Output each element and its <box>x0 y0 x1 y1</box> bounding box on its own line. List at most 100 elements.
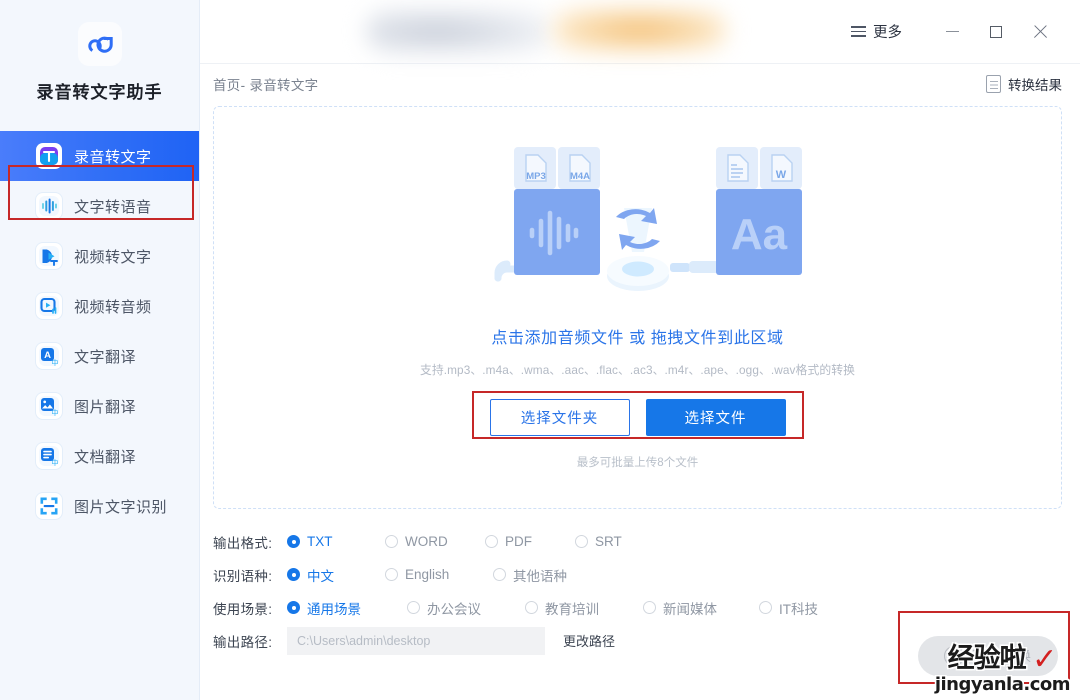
minimize-button[interactable] <box>930 10 974 54</box>
sidebar-item-audio-to-text[interactable]: 录音转文字 <box>0 131 199 181</box>
sidebar-item-video-to-text[interactable]: 视频转文字 <box>0 231 199 281</box>
scene-option-label: 教育培训 <box>545 601 599 617</box>
radio-dot <box>287 568 300 581</box>
start-conversion-wrap: 开始转换 <box>918 636 1058 676</box>
sidebar-nav: 录音转文字 文字转语音 视频转文字 视频转音频 A 中 文字翻译 中 图片翻译 … <box>0 131 199 531</box>
radio-dot <box>759 601 772 614</box>
select-folder-button[interactable]: 选择文件夹 <box>489 399 630 436</box>
scene-option-education[interactable]: 教育培训 <box>525 598 643 618</box>
format-option-label: SRT <box>595 534 622 549</box>
select-file-button[interactable]: 选择文件 <box>645 399 786 436</box>
dropzone-buttons: 选择文件夹 选择文件 <box>489 399 786 436</box>
format-option-word[interactable]: WORD <box>385 534 485 549</box>
radio-dot <box>287 535 300 548</box>
scene-option-it[interactable]: IT科技 <box>759 598 818 618</box>
select-folder-label: 选择文件夹 <box>520 411 599 427</box>
start-conversion-button[interactable]: 开始转换 <box>918 636 1058 676</box>
sidebar-item-label: 文字翻译 <box>74 348 137 366</box>
change-path-button[interactable]: 更改路径 <box>563 631 615 650</box>
brand: 录音转文字助手 <box>0 0 199 103</box>
output-path-input[interactable] <box>287 626 545 655</box>
svg-text:Aa: Aa <box>730 210 787 259</box>
maximize-icon <box>990 25 1002 38</box>
format-option-label: TXT <box>307 534 333 549</box>
radio-dot <box>575 535 588 548</box>
convert-circle-icon <box>944 646 964 666</box>
sidebar-item-label: 录音转文字 <box>74 148 152 166</box>
svg-text:W: W <box>775 169 786 181</box>
close-icon <box>1033 24 1048 39</box>
sidebar-item-image-translate[interactable]: 中 图片翻译 <box>0 381 199 431</box>
radio-dot <box>287 601 300 614</box>
sub-bar: 首页- 录音转文字 转换结果 <box>200 64 1080 104</box>
language-option-other[interactable]: 其他语种 <box>493 565 567 585</box>
radio-dot <box>643 601 656 614</box>
radio-dot <box>525 601 538 614</box>
more-menu-button[interactable]: 更多 <box>845 17 908 46</box>
format-option-label: WORD <box>405 534 448 549</box>
sidebar-item-video-to-audio[interactable]: 视频转音频 <box>0 281 199 331</box>
output-format-row: 输出格式: TXT WORD PDF SRT <box>213 525 1062 558</box>
language-row: 识别语种: 中文 English 其他语种 <box>213 558 1062 591</box>
file-dropzone[interactable]: MP3 M4A W Aa 点击添加音频文件 或 拖拽文件到此区域 支持.mp3、… <box>213 106 1062 509</box>
more-menu-label: 更多 <box>873 25 902 41</box>
scene-label: 使用场景: <box>213 601 273 617</box>
close-button[interactable] <box>1018 10 1062 54</box>
sidebar-item-text-translate[interactable]: A 中 文字翻译 <box>0 331 199 381</box>
video-to-audio-icon <box>36 293 62 319</box>
maximize-button[interactable] <box>974 10 1018 54</box>
language-option-english[interactable]: English <box>385 567 493 582</box>
language-option-chinese[interactable]: 中文 <box>287 565 385 585</box>
hamburger-icon <box>851 26 866 37</box>
scene-option-label: IT科技 <box>779 601 818 617</box>
sidebar-item-label: 文档翻译 <box>74 448 137 466</box>
minimize-icon <box>945 30 959 33</box>
svg-text:A: A <box>44 350 51 361</box>
sidebar-item-ocr[interactable]: 图片文字识别 <box>0 481 199 531</box>
sidebar-item-label: 图片翻译 <box>74 398 137 416</box>
format-option-txt[interactable]: TXT <box>287 534 385 549</box>
format-option-label: PDF <box>505 534 532 549</box>
svg-text:中: 中 <box>52 358 59 367</box>
dropzone-note: 最多可批量上传8个文件 <box>576 457 699 469</box>
svg-text:中: 中 <box>52 458 59 467</box>
sidebar-item-label: 文字转语音 <box>74 198 152 216</box>
scene-option-news[interactable]: 新闻媒体 <box>643 598 759 618</box>
scene-option-label: 新闻媒体 <box>663 601 717 617</box>
radio-dot <box>493 568 506 581</box>
main-content: 更多 首页- 录音转文字 转换结果 MP3 M4A W Aa 点击添加音频文件 … <box>200 0 1080 700</box>
breadcrumb[interactable]: 首页- 录音转文字 <box>213 74 318 94</box>
scene-option-meeting[interactable]: 办公会议 <box>407 598 525 618</box>
radio-dot <box>385 535 398 548</box>
sidebar-item-label: 图片文字识别 <box>74 498 168 516</box>
format-option-srt[interactable]: SRT <box>575 534 622 549</box>
app-window: 录音转文字助手 录音转文字 文字转语音 视频转文字 视频转音频 A 中 文字翻译… <box>0 0 1080 700</box>
sidebar-item-doc-translate[interactable]: 中 文档翻译 <box>0 431 199 481</box>
scene-option-general[interactable]: 通用场景 <box>287 598 407 618</box>
title-bar: 更多 <box>200 0 1080 64</box>
conversion-result-label: 转换结果 <box>1008 78 1062 93</box>
text-translate-icon: A 中 <box>36 343 62 369</box>
doc-translate-icon: 中 <box>36 443 62 469</box>
options-panel: 输出格式: TXT WORD PDF SRT 识别语种: 中文 English … <box>200 509 1080 657</box>
sidebar: 录音转文字助手 录音转文字 文字转语音 视频转文字 视频转音频 A 中 文字翻译… <box>0 0 200 700</box>
radio-dot <box>385 568 398 581</box>
conversion-result-button[interactable]: 转换结果 <box>986 74 1062 94</box>
radio-dot <box>485 535 498 548</box>
ocr-icon <box>36 493 62 519</box>
conversion-illustration: MP3 M4A W Aa <box>458 133 818 308</box>
video-to-text-icon <box>36 243 62 269</box>
scene-option-label: 通用场景 <box>307 601 361 617</box>
scene-row: 使用场景: 通用场景 办公会议 教育培训 新闻媒体 IT科技 <box>213 591 1062 624</box>
start-conversion-label: 开始转换 <box>972 648 1032 664</box>
format-option-pdf[interactable]: PDF <box>485 534 575 549</box>
language-label: 识别语种: <box>213 568 273 584</box>
sidebar-item-text-to-speech[interactable]: 文字转语音 <box>0 181 199 231</box>
select-file-label: 选择文件 <box>684 411 747 427</box>
image-translate-icon: 中 <box>36 393 62 419</box>
audio-to-text-icon <box>36 143 62 169</box>
document-icon <box>986 75 1001 93</box>
dropzone-formats: 支持.mp3、.m4a、.wma、.aac、.flac、.ac3、.m4r、.a… <box>419 363 856 377</box>
output-format-label: 输出格式: <box>213 535 273 551</box>
masked-account-widget <box>366 8 551 54</box>
